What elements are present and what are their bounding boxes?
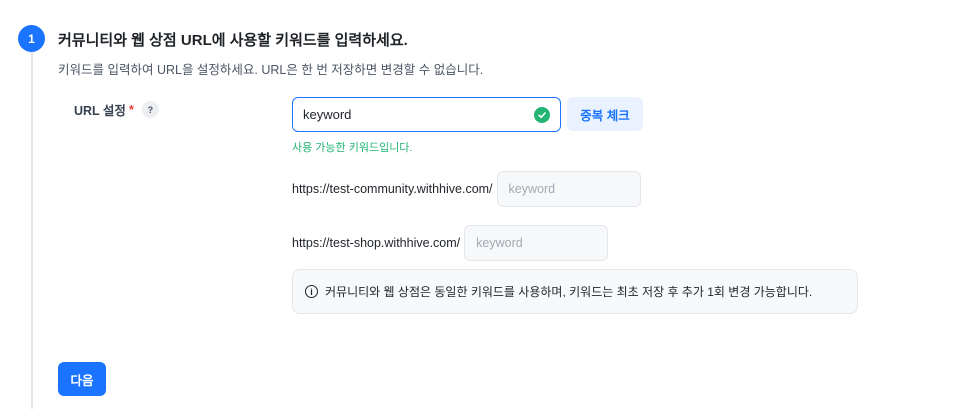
url-setup-page: 1 커뮤니티와 웹 상점 URL에 사용할 키워드를 입력하세요. 키워드를 입… — [0, 0, 970, 409]
community-keyword-field: keyword — [496, 171, 641, 207]
step-number-badge: 1 — [18, 25, 45, 52]
shop-keyword-field: keyword — [464, 225, 609, 261]
required-mark: * — [128, 102, 134, 117]
check-circle-icon — [534, 106, 550, 123]
step-description: 키워드를 입력하여 URL을 설정하세요. URL은 한 번 저장하면 변경할 … — [58, 63, 484, 77]
keyword-input[interactable] — [303, 107, 534, 122]
keyword-notice-text: 커뮤니티와 웹 상점은 동일한 키워드를 사용하며, 키워드는 최초 저장 후 … — [325, 285, 813, 299]
step-connector-line — [31, 46, 33, 409]
keyword-available-message: 사용 가능한 키워드입니다. — [292, 142, 413, 154]
keyword-notice-box: i 커뮤니티와 웹 상점은 동일한 키워드를 사용하며, 키워드는 최초 저장 … — [292, 269, 858, 314]
keyword-input-wrapper — [292, 97, 561, 132]
shop-url-row: https://test-shop.withhive.com/ keyword — [292, 225, 609, 261]
url-setting-label-text: URL 설정 — [74, 104, 126, 118]
shop-url-prefix: https://test-shop.withhive.com/ — [292, 236, 461, 250]
url-setting-label: URL 설정 * ? — [74, 100, 159, 119]
next-button[interactable]: 다음 — [58, 362, 106, 396]
info-icon: i — [305, 285, 318, 298]
help-icon[interactable]: ? — [141, 101, 159, 118]
step-title: 커뮤니티와 웹 상점 URL에 사용할 키워드를 입력하세요. — [58, 32, 408, 49]
community-url-row: https://test-community.withhive.com/ key… — [292, 171, 641, 207]
community-url-prefix: https://test-community.withhive.com/ — [292, 182, 493, 196]
duplicate-check-button[interactable]: 중복 체크 — [567, 97, 643, 131]
